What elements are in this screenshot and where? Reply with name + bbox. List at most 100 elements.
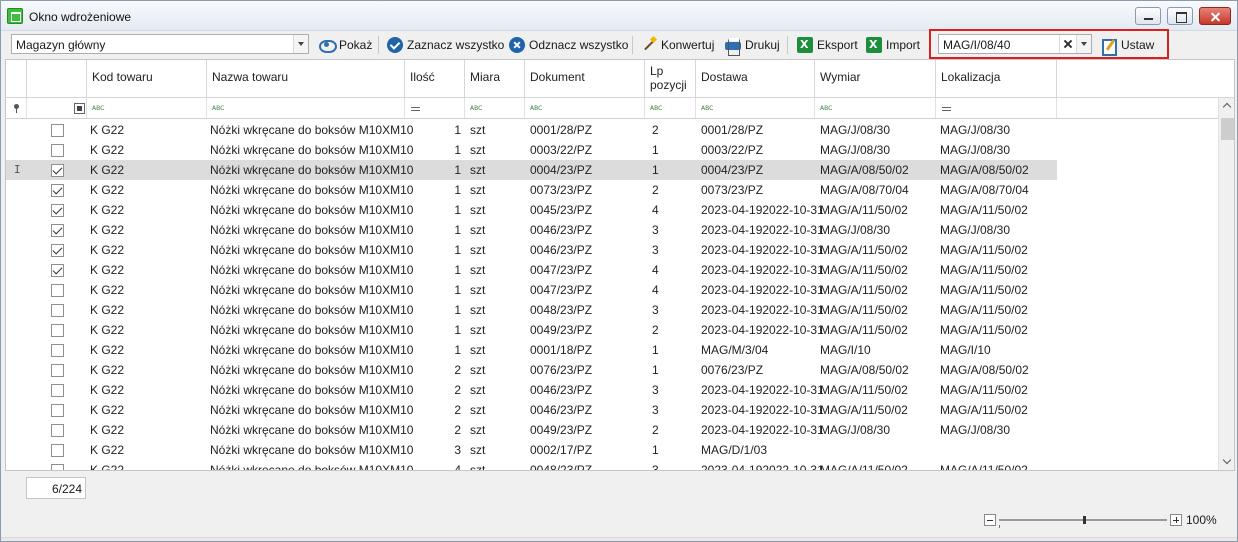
cell-miara[interactable]: szt bbox=[470, 343, 485, 357]
column-header-lokalizacja[interactable]: Lokalizacja bbox=[936, 60, 1057, 98]
filter-dokument[interactable]: ABC bbox=[525, 98, 645, 118]
cell-kod[interactable]: K G22 bbox=[90, 303, 124, 317]
row-checkbox[interactable] bbox=[51, 284, 64, 297]
cell-dokument[interactable]: 0046/23/PZ bbox=[530, 383, 592, 397]
cell-nazwa[interactable]: Nóżki wkręcane do boksów M10XM10 bbox=[210, 383, 413, 397]
cell-ilosc[interactable]: 1 bbox=[454, 203, 461, 217]
cell-kod[interactable]: K G22 bbox=[90, 363, 124, 377]
cell-miara[interactable]: szt bbox=[470, 443, 485, 457]
cell-nazwa[interactable]: Nóżki wkręcane do boksów M10XM10 bbox=[210, 443, 413, 457]
row-checkbox[interactable] bbox=[51, 324, 64, 337]
row-checkbox[interactable] bbox=[51, 404, 64, 417]
cell-lokalizacja[interactable]: MAG/J/08/30 bbox=[940, 223, 1010, 237]
cell-lokalizacja[interactable]: MAG/A/08/70/04 bbox=[940, 183, 1029, 197]
row-checkbox[interactable] bbox=[51, 224, 64, 237]
cell-dokument[interactable]: 0001/28/PZ bbox=[530, 123, 592, 137]
cell-miara[interactable]: szt bbox=[470, 243, 485, 257]
cell-ilosc[interactable]: 2 bbox=[454, 383, 461, 397]
cell-miara[interactable]: szt bbox=[470, 143, 485, 157]
export-button[interactable]: Eksport bbox=[797, 34, 858, 56]
cell-lp[interactable]: 1 bbox=[652, 363, 659, 377]
cell-lp[interactable]: 4 bbox=[652, 203, 659, 217]
table-row[interactable]: K G22 Nóżki wkręcane do boksów M10XM10 1 sz… bbox=[6, 220, 1057, 240]
cell-dostawa[interactable]: 0003/22/PZ bbox=[701, 143, 763, 157]
cell-miara[interactable]: szt bbox=[470, 283, 485, 297]
cell-wymiar[interactable]: MAG/J/08/30 bbox=[820, 223, 890, 237]
close-button[interactable] bbox=[1199, 7, 1231, 25]
filter-checkbox[interactable] bbox=[27, 98, 87, 118]
scroll-up-icon[interactable] bbox=[1219, 98, 1234, 115]
cell-dokument[interactable]: 0001/18/PZ bbox=[530, 343, 592, 357]
show-button[interactable]: Pokaż bbox=[319, 34, 372, 56]
cell-lp[interactable]: 2 bbox=[652, 183, 659, 197]
cell-nazwa[interactable]: Nóżki wkręcane do boksów M10XM10 bbox=[210, 223, 413, 237]
cell-ilosc[interactable]: 2 bbox=[454, 423, 461, 437]
filter-nazwa[interactable]: ABC bbox=[207, 98, 405, 118]
filter-lokalizacja[interactable] bbox=[936, 98, 1057, 118]
cell-nazwa[interactable]: Nóżki wkręcane do boksów M10XM10 bbox=[210, 163, 413, 177]
cell-wymiar[interactable]: MAG/J/08/30 bbox=[820, 423, 890, 437]
table-row[interactable]: K G22 Nóżki wkręcane do boksów M10XM10 1 sz… bbox=[6, 260, 1057, 280]
cell-ilosc[interactable]: 1 bbox=[454, 243, 461, 257]
cell-kod[interactable]: K G22 bbox=[90, 263, 124, 277]
cell-lp[interactable]: 3 bbox=[652, 243, 659, 257]
column-header-lp[interactable]: Lp pozycji bbox=[645, 60, 696, 98]
cell-lp[interactable]: 2 bbox=[652, 323, 659, 337]
cell-nazwa[interactable]: Nóżki wkręcane do boksów M10XM10 bbox=[210, 243, 413, 257]
row-checkbox[interactable] bbox=[51, 304, 64, 317]
filter-wymiar[interactable]: ABC bbox=[815, 98, 936, 118]
cell-ilosc[interactable]: 1 bbox=[454, 343, 461, 357]
row-checkbox[interactable] bbox=[51, 144, 64, 157]
cell-nazwa[interactable]: Nóżki wkręcane do boksów M10XM10 bbox=[210, 203, 413, 217]
cell-kod[interactable]: K G22 bbox=[90, 143, 124, 157]
filter-lp[interactable]: ABC bbox=[645, 98, 696, 118]
cell-lokalizacja[interactable]: MAG/A/11/50/02 bbox=[940, 463, 1028, 470]
deselect-all-button[interactable]: Odznacz wszystko bbox=[509, 34, 628, 56]
filter-kod[interactable]: ABC bbox=[87, 98, 207, 118]
cell-wymiar[interactable]: MAG/A/11/50/02 bbox=[820, 263, 908, 277]
cell-miara[interactable]: szt bbox=[470, 323, 485, 337]
cell-lp[interactable]: 1 bbox=[652, 343, 659, 357]
cell-kod[interactable]: K G22 bbox=[90, 403, 124, 417]
cell-dokument[interactable]: 0003/22/PZ bbox=[530, 143, 592, 157]
cell-ilosc[interactable]: 1 bbox=[454, 163, 461, 177]
cell-lp[interactable]: 1 bbox=[652, 143, 659, 157]
table-row[interactable]: K G22 Nóżki wkręcane do boksów M10XM10 1 sz… bbox=[6, 320, 1057, 340]
cell-lokalizacja[interactable]: MAG/A/11/50/02 bbox=[940, 323, 1028, 337]
cell-miara[interactable]: szt bbox=[470, 183, 485, 197]
row-checkbox[interactable] bbox=[51, 164, 64, 177]
cell-dokument[interactable]: 0048/23/PZ bbox=[530, 463, 592, 470]
cell-miara[interactable]: szt bbox=[470, 223, 485, 237]
cell-lokalizacja[interactable]: MAG/A/11/50/02 bbox=[940, 203, 1028, 217]
cell-ilosc[interactable]: 1 bbox=[454, 143, 461, 157]
cell-lokalizacja[interactable]: MAG/A/11/50/02 bbox=[940, 243, 1028, 257]
cell-wymiar[interactable]: MAG/A/08/50/02 bbox=[820, 163, 909, 177]
table-row[interactable]: K G22 Nóżki wkręcane do boksów M10XM10 1 sz… bbox=[6, 240, 1057, 260]
cell-kod[interactable]: K G22 bbox=[90, 323, 124, 337]
column-header-miara[interactable]: Miara bbox=[465, 60, 525, 98]
maximize-button[interactable] bbox=[1167, 7, 1193, 25]
cell-miara[interactable]: szt bbox=[470, 123, 485, 137]
cell-dostawa[interactable]: 0004/23/PZ bbox=[701, 163, 763, 177]
column-header-wymiar[interactable]: Wymiar bbox=[815, 60, 936, 98]
table-row[interactable]: K G22 Nóżki wkręcane do boksów M10XM10 1 sz… bbox=[6, 180, 1057, 200]
cell-dokument[interactable]: 0045/23/PZ bbox=[530, 203, 592, 217]
cell-kod[interactable]: K G22 bbox=[90, 163, 124, 177]
cell-nazwa[interactable]: Nóżki wkręcane do boksów M10XM10 bbox=[210, 343, 413, 357]
column-header-dostawa[interactable]: Dostawa bbox=[696, 60, 815, 98]
table-row[interactable]: K G22 Nóżki wkręcane do boksów M10XM10 4 sz… bbox=[6, 460, 1057, 470]
row-checkbox[interactable] bbox=[51, 264, 64, 277]
cell-wymiar[interactable]: MAG/A/11/50/02 bbox=[820, 243, 908, 257]
cell-nazwa[interactable]: Nóżki wkręcane do boksów M10XM10 bbox=[210, 263, 413, 277]
cell-lokalizacja[interactable]: MAG/A/11/50/02 bbox=[940, 403, 1028, 417]
cell-ilosc[interactable]: 1 bbox=[454, 303, 461, 317]
cell-dokument[interactable]: 0002/17/PZ bbox=[530, 443, 592, 457]
cell-lp[interactable]: 1 bbox=[652, 443, 659, 457]
cell-nazwa[interactable]: Nóżki wkręcane do boksów M10XM10 bbox=[210, 283, 413, 297]
cell-lp[interactable]: 3 bbox=[652, 223, 659, 237]
table-row[interactable]: K G22 Nóżki wkręcane do boksów M10XM10 2 sz… bbox=[6, 360, 1057, 380]
column-header-nazwa[interactable]: Nazwa towaru bbox=[207, 60, 405, 98]
cell-ilosc[interactable]: 4 bbox=[454, 463, 461, 470]
cell-lp[interactable]: 1 bbox=[652, 163, 659, 177]
cell-dostawa[interactable]: 0076/23/PZ bbox=[701, 363, 763, 377]
